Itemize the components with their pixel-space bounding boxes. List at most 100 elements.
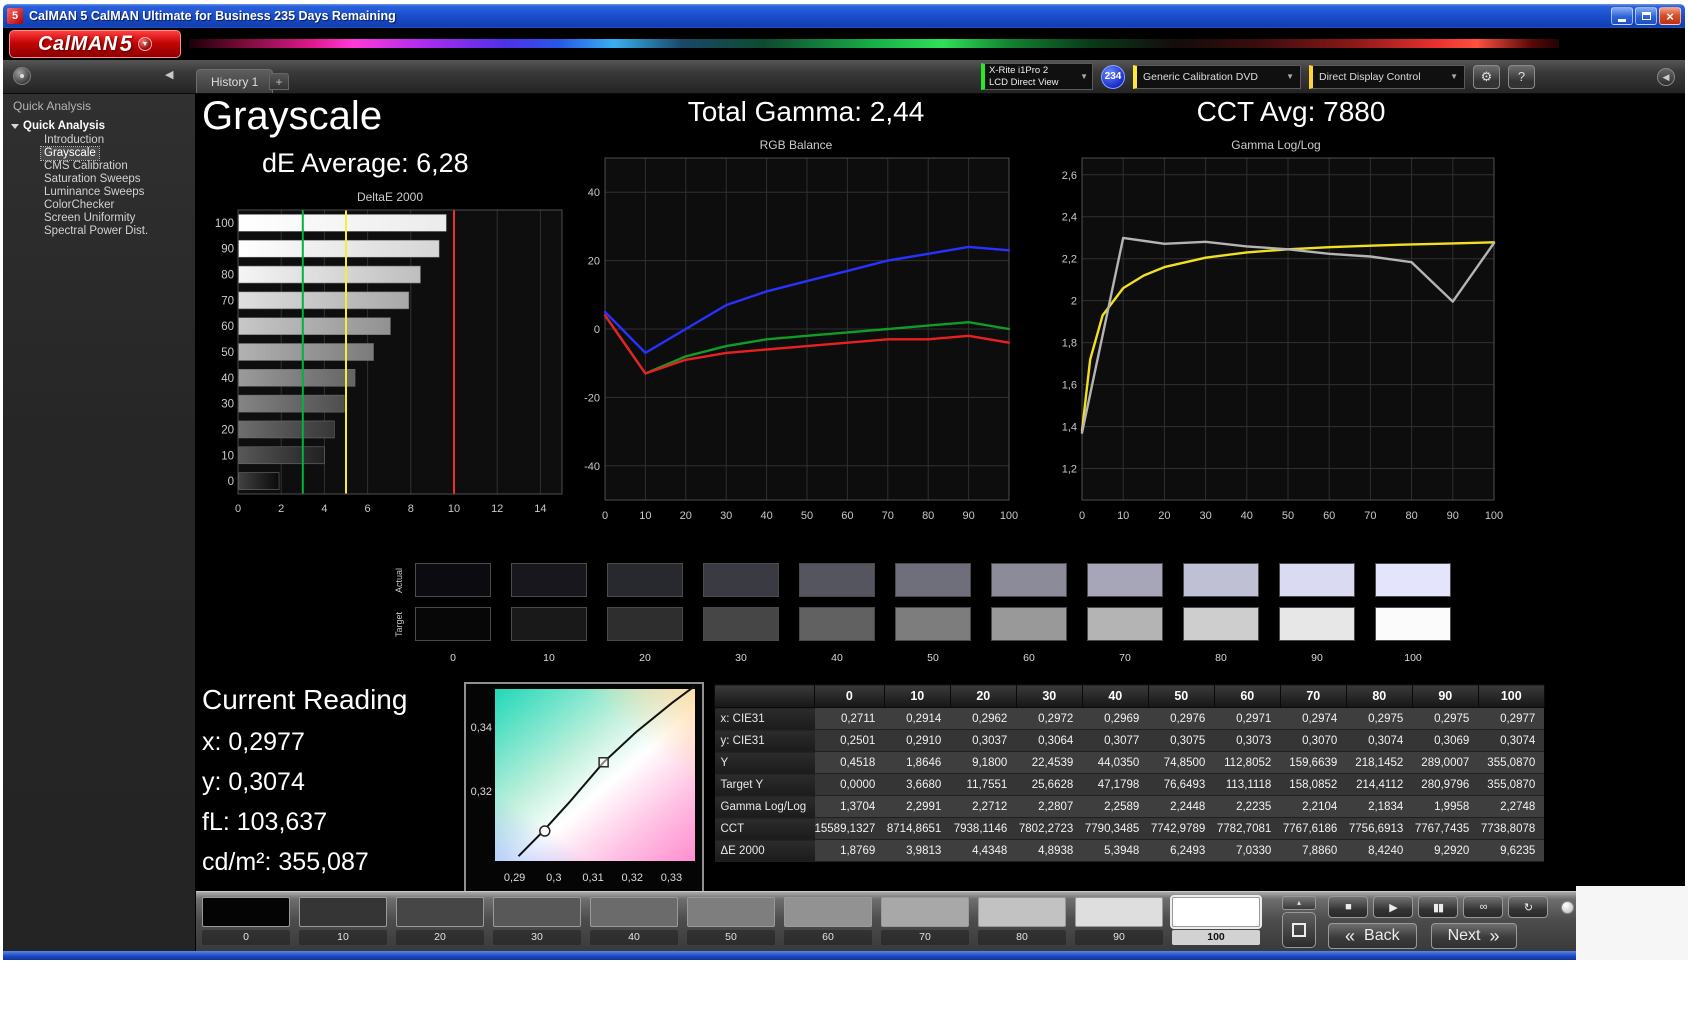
stop-icon: ■ (1345, 901, 1352, 913)
pattern-patch-20[interactable] (396, 897, 484, 927)
table-cell: 0,2975 (1412, 707, 1479, 730)
source-label: Generic Calibration DVD (1143, 70, 1258, 83)
sidebar-item-screen-uniformity[interactable]: Screen Uniformity (41, 212, 138, 225)
pattern-patch-60[interactable] (784, 897, 872, 927)
calman-logo[interactable]: CalMAN 5 ▼ (9, 30, 181, 58)
svg-text:40: 40 (588, 187, 600, 199)
svg-text:30: 30 (221, 399, 234, 411)
meter-count-badge[interactable]: 234 (1101, 64, 1125, 89)
svg-text:60: 60 (221, 321, 234, 333)
svg-text:20: 20 (221, 424, 234, 436)
source-selector[interactable]: Generic Calibration DVD ▼ (1133, 64, 1301, 89)
sidebar-item-luminance-sweeps[interactable]: Luminance Sweeps (41, 186, 147, 199)
svg-text:10: 10 (639, 510, 651, 522)
pattern-patch-list: 0 10 20 30 40 50 60 70 80 90 100 (202, 895, 1262, 945)
pattern-patch-cell-20: 20 (396, 897, 484, 945)
add-tab-button[interactable]: + (269, 73, 289, 90)
display-control-selector[interactable]: Direct Display Control ▼ (1309, 64, 1465, 89)
swatch-column-label: 20 (639, 652, 651, 664)
stop-button[interactable]: ■ (1328, 896, 1368, 918)
table-column-header: 40 (1081, 684, 1149, 708)
logo-menu-icon[interactable]: ▼ (137, 37, 152, 51)
tree-root-quick-analysis[interactable]: Quick Analysis (3, 119, 195, 134)
swatch-column-label: 40 (831, 652, 843, 664)
swatch-column-label: 30 (735, 652, 747, 664)
table-cell: 280,9796 (1412, 773, 1479, 796)
sidebar-item-grayscale[interactable]: Grayscale (40, 146, 100, 161)
sidebar-collapse-icon[interactable]: ◀ (165, 68, 173, 81)
measure-indicator (1561, 900, 1574, 914)
back-button[interactable]: « Back (1328, 923, 1417, 949)
svg-text:70: 70 (221, 295, 234, 307)
swatch-target-80 (1183, 607, 1259, 641)
workflow-menu-button[interactable] (13, 67, 31, 85)
pause-button[interactable]: ▮▮ (1418, 896, 1458, 918)
svg-text:0: 0 (228, 476, 234, 488)
table-cell: 7782,7081 (1214, 817, 1281, 840)
sidebar-item-cms-calibration[interactable]: CMS Calibration (41, 160, 131, 173)
cie-chart-panel: 0,34 0,32 0,29 0,3 0,31 0,32 0,33 (464, 682, 704, 894)
swatch-actual-100 (1375, 563, 1451, 597)
pattern-patch-100[interactable] (1170, 895, 1262, 929)
svg-text:10: 10 (448, 503, 460, 515)
current-reading-panel: Current Reading x: 0,2977 y: 0,3074 fL: … (202, 684, 407, 888)
table-column-header: 20 (949, 684, 1017, 708)
svg-text:0: 0 (594, 324, 600, 336)
svg-text:0,32: 0,32 (471, 786, 492, 798)
swatch-actual-80 (1183, 563, 1259, 597)
window-title: CalMAN 5 CalMAN Ultimate for Business 23… (29, 9, 396, 23)
table-cell: 9,1800 (950, 751, 1017, 774)
swatch-actual-0 (415, 563, 491, 597)
svg-text:100: 100 (1000, 510, 1018, 522)
table-cell: 7742,9789 (1148, 817, 1215, 840)
swatch-target-60 (991, 607, 1067, 641)
table-cell: 9,2920 (1412, 839, 1479, 862)
pattern-patch-30[interactable] (493, 897, 581, 927)
page-title: Grayscale (202, 94, 383, 138)
pattern-patch-50[interactable] (687, 897, 775, 927)
meter-name: X-Rite i1Pro 2 (989, 65, 1049, 77)
play-button[interactable]: ▶ (1373, 896, 1413, 918)
gamma-chart: Gamma Log/Log 0 10 20 30 40 50 60 70 80 90 100 2,6 2… (1046, 138, 1506, 531)
rgb-chart-title: RGB Balance (759, 138, 833, 152)
sidebar-item-introduction[interactable]: Introduction (41, 134, 107, 147)
pattern-patch-label: 70 (881, 930, 969, 945)
meter-mode: LCD Direct View (989, 76, 1059, 88)
grayscale-swatch-strip: 0 10 20 30 40 50 60 70 80 90 100 (415, 563, 1451, 667)
deltae-chart: DeltaE 2000 0 2 4 6 8 10 12 14 100 90 80 70 60 50 40 30… (208, 190, 572, 523)
pattern-popup-button[interactable]: ▴ (1282, 896, 1316, 910)
tab-history-1[interactable]: History 1 (196, 69, 274, 93)
continuous-button[interactable]: ∞ (1463, 896, 1503, 918)
sidebar-header: Quick Analysis (13, 99, 92, 113)
sidebar-item-saturation-sweeps[interactable]: Saturation Sweeps (41, 173, 144, 186)
sidebar-item-colorchecker[interactable]: ColorChecker (41, 199, 117, 212)
minimize-button[interactable] (1611, 7, 1633, 25)
close-button[interactable]: × (1659, 7, 1681, 25)
meter-selector[interactable]: X-Rite i1Pro 2 LCD Direct View ▼ (981, 63, 1093, 90)
swatch-column-label: 100 (1404, 652, 1422, 664)
settings-button[interactable]: ⚙ (1473, 64, 1500, 89)
total-gamma-heading: Total Gamma: 2,44 (687, 96, 925, 127)
panel-collapse-button[interactable]: ◀ (1657, 68, 1675, 86)
cct-avg-heading: CCT Avg: 7880 (1196, 96, 1386, 127)
pattern-patch-70[interactable] (881, 897, 969, 927)
pattern-window-button[interactable] (1282, 912, 1316, 948)
maximize-button[interactable] (1635, 7, 1657, 25)
pattern-patch-40[interactable] (590, 897, 678, 927)
tree-expand-icon[interactable] (11, 124, 19, 129)
swatch-column-label: 60 (1023, 652, 1035, 664)
svg-text:70: 70 (882, 510, 894, 522)
pattern-patch-80[interactable] (978, 897, 1066, 927)
svg-text:50: 50 (1282, 510, 1294, 522)
table-cell: 76,6493 (1148, 773, 1215, 796)
svg-text:1,8: 1,8 (1062, 338, 1077, 350)
loop-button[interactable]: ↻ (1508, 896, 1548, 918)
table-row-label: ΔE 2000 (714, 839, 815, 862)
sidebar-item-spectral-power-dist-[interactable]: Spectral Power Dist. (41, 225, 151, 238)
help-button[interactable]: ? (1508, 64, 1535, 89)
pattern-patch-90[interactable] (1075, 897, 1163, 927)
next-button[interactable]: Next » (1430, 923, 1517, 949)
pattern-patch-0[interactable] (202, 897, 290, 927)
table-cell: 25,6628 (1016, 773, 1083, 796)
pattern-patch-10[interactable] (299, 897, 387, 927)
